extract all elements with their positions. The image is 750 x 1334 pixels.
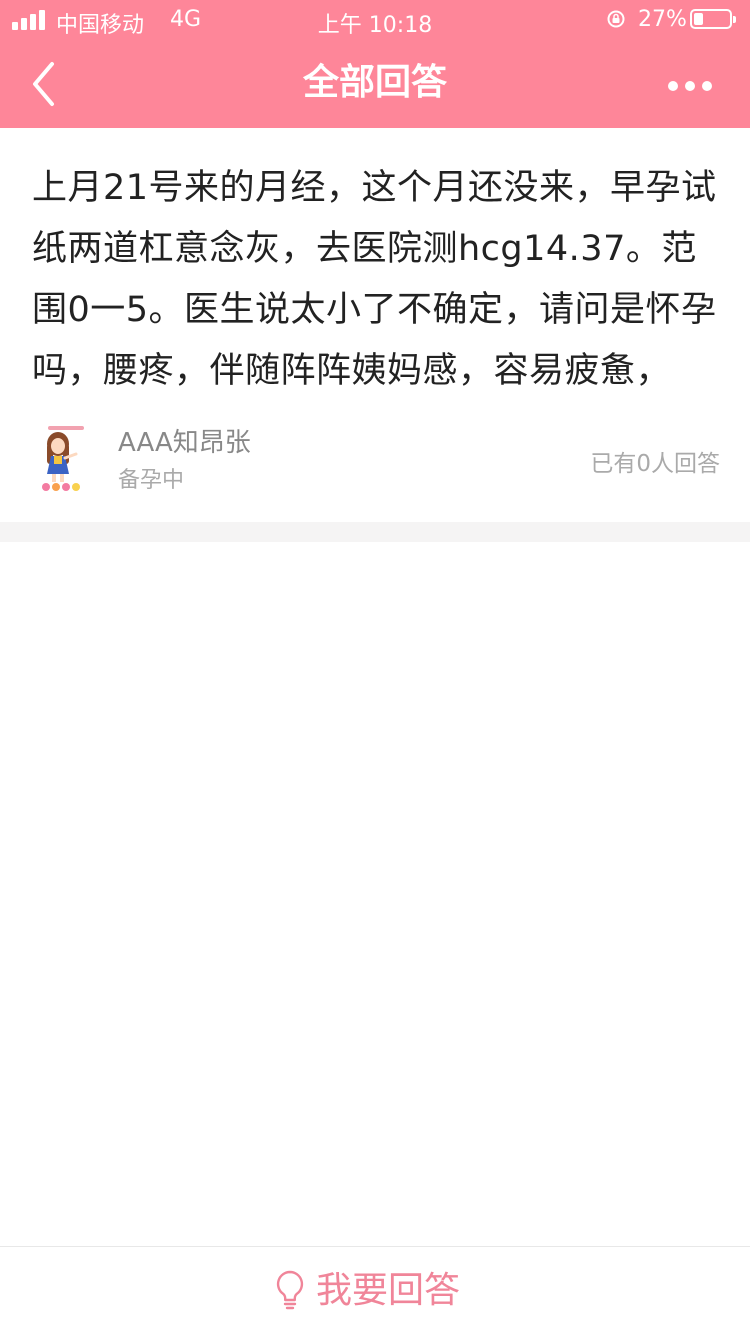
status-bar: 中国移动 4G 上午 10:18 27%	[0, 0, 750, 40]
page-title: 全部回答	[302, 62, 447, 103]
answer-button-label: 我要回答	[316, 1270, 461, 1311]
answer-count: 已有0人回答	[590, 451, 720, 477]
bottom-bar: 我要回答	[0, 1246, 750, 1334]
lightbulb-icon	[276, 1270, 304, 1310]
more-dot	[685, 81, 695, 91]
answers-list	[0, 542, 750, 1246]
battery-percent: 27%	[638, 7, 687, 32]
battery-nub	[733, 16, 736, 23]
more-dots-icon	[668, 81, 678, 91]
section-divider	[0, 522, 750, 542]
answer-button[interactable]: 我要回答	[0, 1247, 750, 1334]
screen: 中国移动 4G 上午 10:18 27% 全部回答 上月21号来的月经，这个月还…	[0, 0, 750, 1334]
nav-bar: 全部回答	[0, 40, 750, 128]
battery-icon	[690, 9, 736, 29]
question-text: 上月21号来的月经，这个月还没来，早孕试纸两道杠意念灰，去医院测hcg14.37…	[32, 168, 717, 391]
rotation-lock-icon	[607, 10, 625, 28]
cartoon-girl-avatar[interactable]	[32, 424, 98, 494]
header: 中国移动 4G 上午 10:18 27% 全部回答	[0, 0, 750, 128]
author-name[interactable]: AAA知昂张	[118, 422, 251, 459]
author-status: 备孕中	[118, 468, 185, 493]
more-dot	[702, 81, 712, 91]
question-card: 上月21号来的月经，这个月还没来，早孕试纸两道杠意念灰，去医院测hcg14.37…	[0, 128, 750, 522]
more-button[interactable]	[660, 64, 720, 104]
battery-level	[694, 13, 703, 25]
